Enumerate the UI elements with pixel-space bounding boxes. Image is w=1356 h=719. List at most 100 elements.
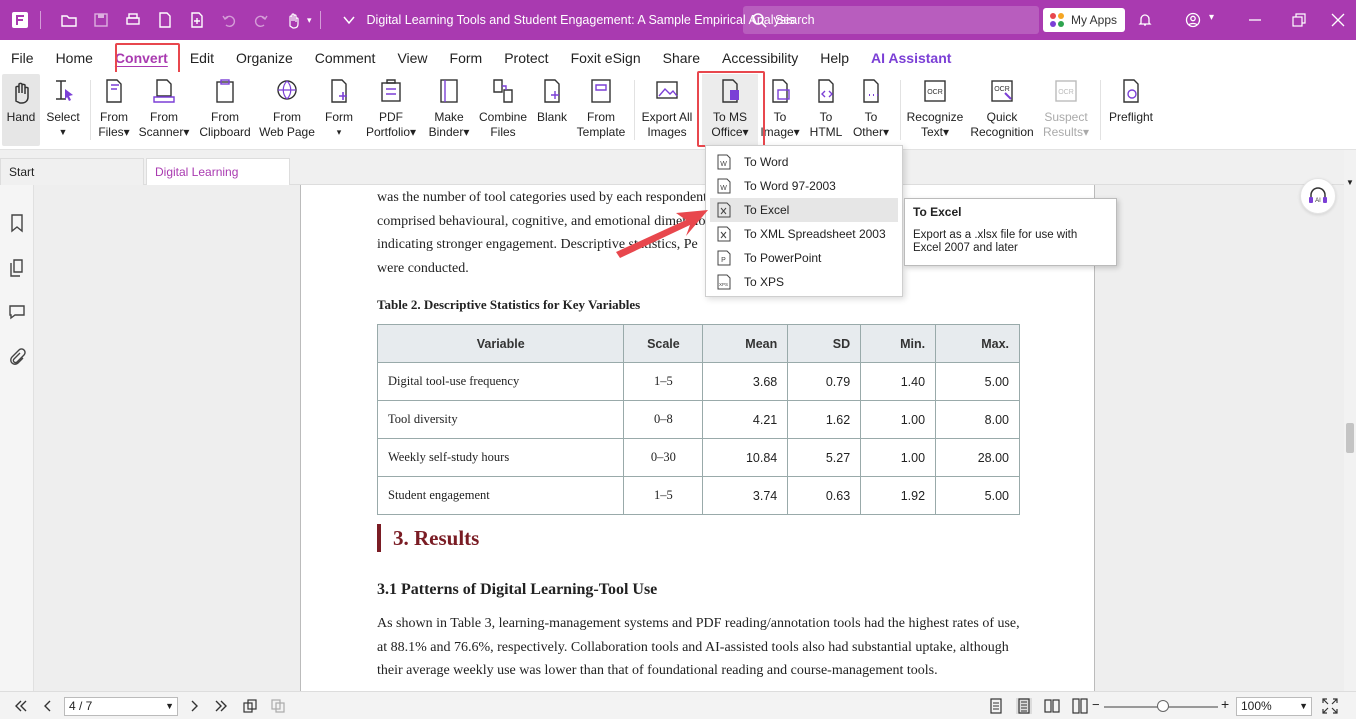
from-clipboard-button[interactable]: From Clipboard — [196, 74, 254, 146]
attachment-icon[interactable] — [7, 348, 27, 368]
search-box[interactable]: Search — [743, 6, 1039, 34]
account-chevron-icon[interactable]: ▾ — [1209, 12, 1214, 23]
combine-icon — [489, 76, 517, 106]
menu-view[interactable]: View — [386, 40, 438, 72]
scrollbar-thumb[interactable] — [1346, 423, 1354, 453]
hand-tool-icon[interactable] — [281, 8, 305, 32]
account-icon[interactable] — [1183, 10, 1203, 30]
foxit-logo-icon — [8, 8, 32, 32]
select-tool-button[interactable]: Select ▼ — [44, 74, 82, 146]
print-icon[interactable] — [121, 8, 145, 32]
make-binder-button[interactable]: Make Binder▾ — [426, 74, 472, 146]
menu-organize[interactable]: Organize — [225, 40, 304, 72]
to-other-button[interactable]: To Other▾ — [848, 74, 894, 146]
to-html-button[interactable]: To HTML — [806, 74, 846, 146]
svg-text:OCR: OCR — [1058, 89, 1074, 96]
preflight-button[interactable]: Preflight — [1104, 74, 1158, 146]
recognize-text-button[interactable]: OCR Recognize Text▾ — [904, 74, 966, 146]
excel-file-icon — [716, 202, 732, 218]
menu-protect[interactable]: Protect — [493, 40, 559, 72]
menu-file[interactable]: File — [0, 40, 45, 72]
from-web-page-button[interactable]: From Web Page — [258, 74, 316, 146]
restore-icon[interactable] — [1289, 10, 1309, 30]
menu-foxit-esign[interactable]: Foxit eSign — [560, 40, 652, 72]
notification-bell-icon[interactable] — [1135, 10, 1155, 30]
vertical-scrollbar[interactable]: ▼ — [1344, 150, 1356, 691]
menu-item-to-xml-spreadsheet[interactable]: To XML Spreadsheet 2003 — [710, 222, 898, 246]
undo-icon[interactable] — [217, 8, 241, 32]
body-paragraph: As shown in Table 3, learning-management… — [377, 616, 1020, 678]
tab-document[interactable]: Digital Learning Tool...✕ — [146, 158, 290, 206]
continuous-view-icon[interactable] — [1016, 698, 1032, 714]
menu-form[interactable]: Form — [439, 40, 494, 72]
menu-item-to-excel[interactable]: To Excel — [710, 198, 898, 222]
menu-comment[interactable]: Comment — [304, 40, 387, 72]
table-header-row: Variable Scale Mean SD Min. Max. — [376, 324, 1020, 363]
from-files-button[interactable]: From Files▾ — [94, 74, 134, 146]
last-page-icon[interactable] — [214, 698, 230, 714]
save-icon[interactable] — [89, 8, 113, 32]
hand-tool-button[interactable]: Hand — [2, 74, 40, 146]
menu-item-to-xps[interactable]: XPS To XPS — [710, 270, 898, 294]
bookmark-icon[interactable] — [7, 213, 27, 233]
powerpoint-file-icon: P — [716, 250, 732, 266]
page-dropdown-icon[interactable]: ▼ — [165, 698, 174, 715]
zoom-in-icon[interactable]: + — [1221, 696, 1229, 712]
continuous-facing-view-icon[interactable] — [1072, 698, 1088, 714]
open-folder-icon[interactable] — [57, 8, 81, 32]
page-thumbnails-icon[interactable] — [7, 258, 27, 278]
scroll-up-icon[interactable]: ▼ — [1346, 178, 1354, 187]
document-viewer[interactable]: was the number of tool categories used b… — [34, 185, 1344, 691]
quick-recognition-button[interactable]: OCR Quick Recognition — [968, 74, 1036, 146]
previous-page-icon[interactable] — [40, 698, 56, 714]
collapse-chevron-icon[interactable] — [337, 8, 361, 32]
menu-convert[interactable]: Convert — [104, 40, 179, 72]
menu-ai-assistant[interactable]: AI Assistant — [860, 40, 962, 72]
export-all-images-button[interactable]: Export All Images — [638, 74, 696, 146]
page-number-field[interactable]: 4 / 7 ▼ — [64, 697, 178, 716]
template-icon — [587, 76, 615, 106]
form-button[interactable]: Form ▾ — [320, 74, 358, 146]
menu-share[interactable]: Share — [652, 40, 711, 72]
zoom-slider-knob[interactable] — [1157, 700, 1169, 712]
fullscreen-icon[interactable] — [1322, 698, 1338, 714]
redo-icon[interactable] — [249, 8, 273, 32]
my-apps-button[interactable]: My Apps — [1043, 8, 1125, 32]
chevron-down-icon[interactable]: ▾ — [307, 15, 312, 26]
comments-icon[interactable] — [7, 302, 27, 322]
to-image-button[interactable]: To Image▾ — [760, 74, 800, 146]
menu-item-to-word-97-2003[interactable]: W To Word 97-2003 — [710, 174, 898, 198]
zoom-dropdown-icon[interactable]: ▼ — [1299, 698, 1308, 715]
to-ms-office-button[interactable]: To MS Office▾ — [702, 74, 758, 146]
my-apps-label: My Apps — [1071, 13, 1118, 27]
from-scanner-button[interactable]: From Scanner▾ — [138, 74, 190, 146]
facing-view-icon[interactable] — [1044, 698, 1060, 714]
title-bar: ▾ Digital Learning Tools and Student Eng… — [0, 0, 1356, 40]
pdf-portfolio-button[interactable]: PDF Portfolio▾ — [362, 74, 420, 146]
new-document-icon[interactable] — [185, 8, 209, 32]
menu-help[interactable]: Help — [809, 40, 860, 72]
menu-item-to-word[interactable]: W To Word — [710, 150, 898, 174]
tab-start[interactable]: Start — [0, 158, 144, 185]
first-page-icon[interactable] — [12, 698, 28, 714]
menu-edit[interactable]: Edit — [179, 40, 225, 72]
ai-assistant-float-button[interactable]: AI — [1300, 178, 1336, 214]
next-view-icon[interactable] — [270, 698, 286, 714]
zoom-out-icon[interactable]: − — [1092, 697, 1100, 712]
from-template-button[interactable]: From Template — [574, 74, 628, 146]
menu-accessibility[interactable]: Accessibility — [711, 40, 809, 72]
create-pdf-icon[interactable] — [153, 8, 177, 32]
minimize-icon[interactable] — [1245, 10, 1265, 30]
status-bar: 4 / 7 ▼ − + 100% ▼ — [0, 691, 1356, 719]
menu-home[interactable]: Home — [45, 40, 104, 72]
next-page-icon[interactable] — [186, 698, 202, 714]
blank-page-button[interactable]: Blank — [534, 74, 570, 146]
single-page-view-icon[interactable] — [988, 698, 1004, 714]
menu-item-to-powerpoint[interactable]: P To PowerPoint — [710, 246, 898, 270]
zoom-level-field[interactable]: 100% ▼ — [1236, 697, 1312, 716]
files-icon — [100, 76, 128, 106]
combine-files-button[interactable]: Combine Files — [478, 74, 528, 146]
previous-view-icon[interactable] — [242, 698, 258, 714]
preflight-icon — [1117, 76, 1145, 106]
close-window-icon[interactable] — [1328, 10, 1348, 30]
